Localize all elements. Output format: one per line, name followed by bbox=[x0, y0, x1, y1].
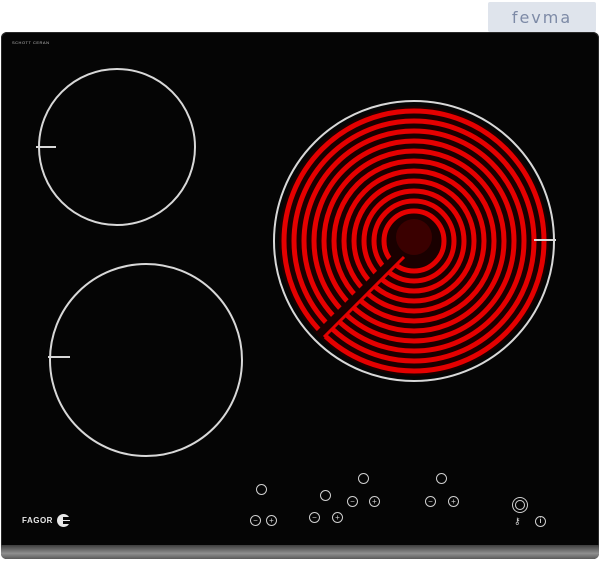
clock-icon bbox=[256, 484, 267, 495]
zone1-plus-button[interactable]: + bbox=[369, 496, 380, 507]
fagor-logo-icon bbox=[56, 514, 70, 527]
watermark-text: fevma bbox=[511, 7, 573, 27]
cooking-zone-top-left bbox=[38, 68, 196, 226]
zone-indicator-icon bbox=[320, 490, 331, 501]
zone-indicator-icon bbox=[358, 473, 369, 484]
zone-marker bbox=[36, 146, 56, 148]
info-button[interactable]: i bbox=[535, 516, 546, 527]
glass-label: SCHOTT CERAN bbox=[12, 40, 50, 45]
zone3-minus-button[interactable]: − bbox=[425, 496, 436, 507]
cooking-zone-bottom-left bbox=[49, 263, 243, 457]
child-lock-button[interactable]: ⚷ bbox=[514, 516, 521, 527]
power-icon bbox=[515, 500, 525, 510]
timer-plus-button[interactable]: + bbox=[266, 515, 277, 526]
zone-select-bottom-left[interactable] bbox=[320, 490, 331, 501]
zone-select-top-left[interactable] bbox=[358, 473, 369, 484]
cooking-zone-right-heated bbox=[273, 100, 556, 382]
zone2-plus-button[interactable]: + bbox=[332, 512, 343, 523]
hob-frame bbox=[1, 545, 599, 559]
zone-marker bbox=[48, 356, 70, 358]
zone-marker bbox=[534, 239, 556, 241]
key-lock-icon: ⚷ bbox=[514, 516, 521, 526]
watermark-logo: fevma bbox=[488, 2, 596, 32]
zone-select-right[interactable] bbox=[436, 473, 447, 484]
zone-indicator-icon bbox=[436, 473, 447, 484]
brand-logo: FAGOR bbox=[22, 514, 70, 527]
timer-minus-button[interactable]: − bbox=[250, 515, 261, 526]
zone1-minus-button[interactable]: − bbox=[347, 496, 358, 507]
element-center bbox=[396, 219, 432, 255]
power-button[interactable] bbox=[515, 500, 525, 510]
zone3-plus-button[interactable]: + bbox=[448, 496, 459, 507]
brand-name: FAGOR bbox=[22, 516, 53, 525]
timer-button[interactable] bbox=[256, 484, 267, 495]
zone2-minus-button[interactable]: − bbox=[309, 512, 320, 523]
